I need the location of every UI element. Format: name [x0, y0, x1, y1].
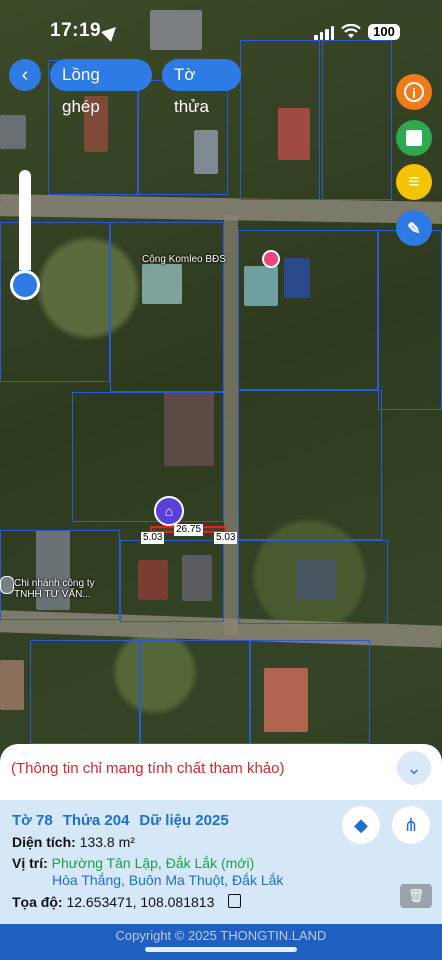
parcel-sheet-button[interactable]: Tờ thửa: [162, 59, 241, 116]
building: [0, 660, 24, 710]
building: [0, 115, 26, 149]
coordinate-value: 12.653471, 108.081813: [66, 894, 215, 910]
status-time: 17:19: [50, 20, 102, 41]
list-button[interactable]: ≡: [396, 164, 432, 200]
overlay-button[interactable]: Lồng ghép: [50, 59, 152, 116]
parcel-outline: [120, 540, 224, 622]
parcel-outline: [250, 640, 370, 744]
signal-icon: [314, 26, 334, 40]
area-label: Diện tích:: [12, 834, 76, 850]
parcel-outline: [110, 222, 224, 392]
parcel-pin-icon[interactable]: ⌂: [154, 496, 184, 526]
poi-pin-icon[interactable]: [262, 250, 280, 268]
parcel-outline: [238, 230, 378, 390]
info-button[interactable]: i: [396, 74, 432, 110]
dimension-label-top: 26.75: [174, 524, 204, 536]
poi-label: Chi nhánh công ty: [14, 578, 95, 589]
parcel-outline: [72, 392, 224, 522]
battery-indicator: 100: [368, 24, 400, 40]
sheet-number: Tờ 78: [12, 812, 53, 829]
share-button[interactable]: ⋔: [392, 806, 430, 844]
parcel-outline: [30, 640, 140, 744]
road-vertical: [224, 215, 238, 635]
delete-button[interactable]: 🗑: [400, 884, 432, 908]
location-old: Hòa Thắng, Buôn Ma Thuột, Đắk Lắk: [52, 872, 284, 888]
zoom-slider[interactable]: [10, 170, 40, 300]
ruler-icon: ✎: [407, 221, 421, 238]
directions-button[interactable]: ◆: [342, 806, 380, 844]
chevron-down-icon: ⌄: [406, 758, 422, 778]
area-value: 133.8 m²: [79, 834, 135, 850]
back-button[interactable]: ‹: [9, 59, 41, 91]
parcel-title: Tờ 78 Thửa 204 Dữ liệu 2025: [12, 812, 239, 829]
parcel-outline: [238, 390, 382, 540]
dimension-label-right: 5.03: [214, 532, 238, 544]
copy-icon[interactable]: [228, 894, 242, 908]
share-icon: ⋔: [403, 815, 419, 835]
parcel-outline: [140, 640, 250, 744]
parcel-number: Thửa 204: [62, 812, 130, 829]
footer: Copyright © 2025 THONGTIN.LAND: [0, 924, 442, 960]
slider-knob[interactable]: [10, 270, 40, 300]
dimension-label-left: 5.03: [141, 532, 165, 544]
location-row: Vị trí: Phường Tân Lập, Đắk Lắk (mới): [12, 855, 254, 871]
location-new: Phường Tân Lập, Đắk Lắk (mới): [51, 855, 255, 871]
area-row: Diện tích: 133.8 m²: [12, 834, 135, 850]
parcel-outline: [378, 230, 442, 410]
info-icon: i: [404, 82, 424, 102]
parcel-outline: [238, 540, 388, 624]
poi-label: TNHH TƯ VẤN...: [14, 589, 91, 600]
location-arrow-icon: [101, 22, 121, 42]
coordinate-row: Tọa độ: 12.653471, 108.081813: [12, 894, 242, 910]
collapse-button[interactable]: ⌄: [397, 751, 431, 785]
parcel-outline: [322, 40, 392, 200]
list-icon: ≡: [408, 171, 420, 193]
coordinate-label: Tọa độ:: [12, 894, 63, 910]
save-icon: [406, 130, 422, 146]
save-button[interactable]: [396, 120, 432, 156]
disclaimer-text: (Thông tin chỉ mang tính chất tham khảo): [11, 760, 285, 777]
parcel-outline: [240, 40, 320, 200]
poi-pin-icon[interactable]: [0, 576, 14, 594]
data-year: Dữ liệu 2025: [139, 812, 229, 829]
poi-label: Cộng Komleo BĐS: [142, 254, 226, 265]
status-bar: 17:19 100: [0, 0, 442, 60]
wifi-icon: [341, 24, 361, 38]
copyright-text: Copyright © 2025 THONGTIN.LAND: [115, 928, 327, 943]
trash-icon: 🗑: [407, 888, 425, 903]
measure-button[interactable]: ✎: [396, 210, 432, 246]
home-indicator[interactable]: [145, 947, 297, 952]
directions-icon: ◆: [354, 815, 368, 835]
chevron-left-icon: ‹: [21, 64, 29, 86]
parcel-outline: [0, 530, 120, 620]
location-label: Vị trí:: [12, 855, 48, 871]
